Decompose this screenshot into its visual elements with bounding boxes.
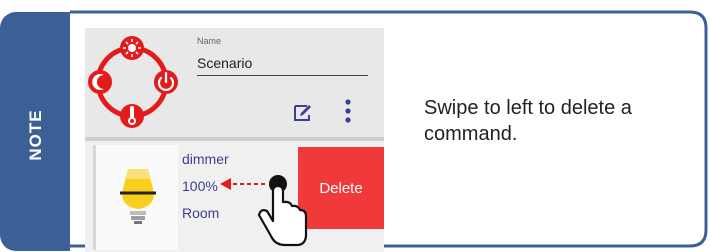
more-vert-icon[interactable] [343, 98, 353, 124]
note-label: NOTE [26, 109, 45, 161]
edit-icon[interactable] [292, 103, 314, 123]
command-name: dimmer [182, 151, 229, 167]
command-icon-card [93, 145, 178, 250]
scenario-logo-icon [88, 36, 178, 128]
hint-text: Swipe to left to delete a command. [424, 97, 632, 145]
app-screen: Name Scenario dimmer 100% Room Delete [85, 28, 384, 252]
command-value: 100% [182, 178, 218, 194]
note-card: NOTE Name Scenario dimmer 100% Room Dele… [0, 0, 710, 252]
scenario-name-input[interactable]: Scenario [197, 55, 252, 71]
delete-button[interactable]: Delete [298, 147, 384, 229]
name-label: Name [197, 36, 222, 46]
scenario-header: Name Scenario [85, 28, 384, 137]
name-input-underline [197, 75, 368, 76]
lightbulb-icon [120, 169, 156, 224]
command-location: Room [182, 205, 220, 221]
